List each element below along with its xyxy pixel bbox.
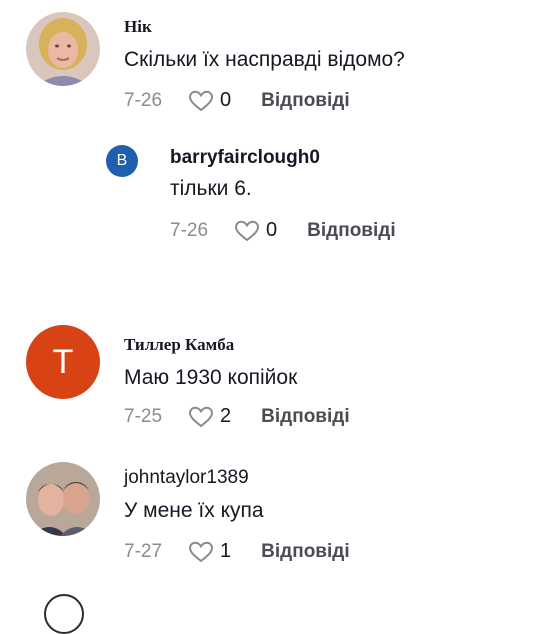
like-count: 0 (220, 89, 232, 111)
comment-meta: 7-26 0 Відповіді (170, 219, 396, 242)
user-photo-icon (26, 12, 100, 86)
comment-meta: 7-25 2 Відповіді (124, 405, 350, 428)
like-button[interactable]: 2 (188, 405, 231, 428)
comment-text: Маю 1930 копійок (124, 366, 298, 389)
reply-button[interactable]: Відповіді (261, 90, 349, 112)
comment-date: 7-25 (124, 405, 163, 427)
heart-icon (235, 220, 260, 241)
username[interactable]: Нік (124, 17, 152, 37)
username[interactable]: barryfairclough0 (170, 147, 320, 169)
comment-meta: 7-27 1 Відповіді (124, 540, 350, 563)
like-button[interactable]: 0 (234, 219, 277, 242)
like-button[interactable]: 1 (188, 540, 231, 563)
like-count: 2 (220, 405, 232, 427)
heart-icon (189, 541, 214, 562)
like-button[interactable]: 0 (188, 89, 231, 112)
reply-button[interactable]: Відповіді (307, 220, 395, 242)
comment-text: Скільки їх насправді відомо? (124, 48, 405, 71)
comment-text: У мене їх купа (124, 499, 264, 522)
avatar[interactable] (26, 462, 100, 536)
username[interactable]: Тиллер Камба (124, 335, 234, 355)
avatar[interactable]: B (106, 145, 138, 177)
comment-date: 7-26 (124, 89, 163, 111)
avatar[interactable]: T (26, 325, 100, 399)
comment-date: 7-26 (170, 219, 209, 241)
like-count: 1 (220, 540, 232, 562)
user-photo-icon (26, 462, 100, 536)
comment-meta: 7-26 0 Відповіді (124, 89, 350, 112)
heart-icon (189, 406, 214, 427)
reply-button[interactable]: Відповіді (261, 541, 349, 563)
username[interactable]: johntaylor1389 (124, 467, 249, 489)
comment-date: 7-27 (124, 540, 163, 562)
avatar-letter: B (116, 152, 128, 169)
avatar[interactable] (44, 594, 84, 634)
avatar[interactable] (26, 12, 100, 86)
heart-icon (189, 90, 214, 111)
avatar-letter: T (52, 342, 74, 381)
reply-button[interactable]: Відповіді (261, 406, 349, 428)
like-count: 0 (266, 219, 278, 241)
comment-text: тільки 6. (170, 177, 252, 200)
